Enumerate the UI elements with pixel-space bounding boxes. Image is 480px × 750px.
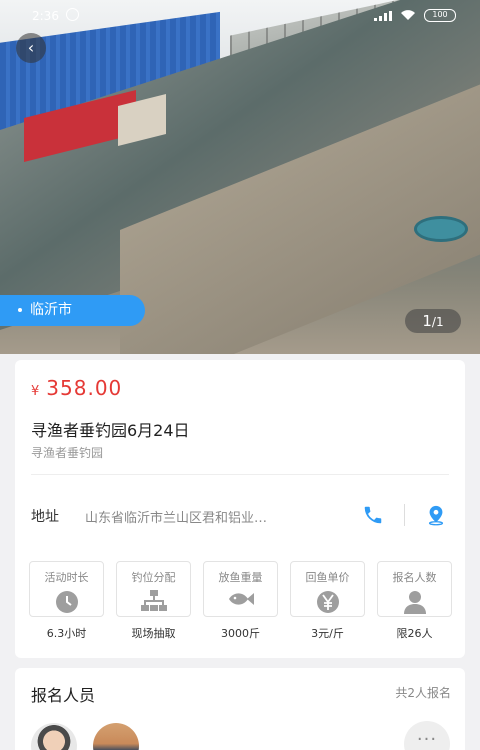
stat-value: 限26人 [396,627,433,640]
signal-icon [374,11,392,21]
stat-duration: 活动时长 6.3小时 [29,561,104,640]
stat-title: 放鱼重量 [218,571,263,584]
city-tag: 临沂市 [0,295,145,326]
status-bar: 2:36 100 [0,0,480,30]
fish-icon [228,593,254,605]
registrants-count: 共2人报名 [395,686,451,700]
photo-bucket [414,216,468,242]
registrants-card: 报名人员 共2人报名 ··· [15,668,465,750]
more-registrants-button[interactable]: ··· [404,721,450,750]
person-icon [403,591,426,614]
event-detail-card: ¥358.00 寻渔者垂钓园6月24日 寻渔者垂钓园 地址 山东省临沂市兰山区君… [15,360,465,658]
stat-title: 回鱼单价 [305,571,350,584]
stat-title: 活动时长 [44,571,89,584]
stat-buyback-price: 回鱼单价 3元/斤 [290,561,365,640]
phone-icon[interactable] [362,504,384,526]
stat-title: 钓位分配 [131,571,176,584]
stat-value: 3000斤 [221,627,260,640]
chevron-left-icon: ‹ [27,38,35,57]
hierarchy-icon [140,590,167,611]
price-value: 358.00 [46,376,123,400]
yen-icon [316,591,339,613]
wifi-icon [401,10,415,20]
pager-total: /1 [431,315,444,329]
currency-symbol: ¥ [31,384,41,399]
stat-value: 3元/斤 [311,627,344,640]
stat-participants: 报名人数 限26人 [377,561,452,640]
address-label: 地址 [31,509,59,525]
photo-pager: 1/1 [405,309,461,333]
pager-current: 1 [422,312,432,330]
bullet-icon [18,308,22,312]
clock-icon [55,591,78,613]
back-button[interactable]: ‹ [16,33,46,63]
location-pin-icon[interactable] [425,504,447,526]
address-value[interactable]: 山东省临沂市兰山区君和铝业… [85,507,335,526]
stat-title: 报名人数 [392,571,437,584]
avatar[interactable] [31,723,77,750]
separator [404,504,405,526]
event-stats: 活动时长 6.3小时 钓位分配 现场抽取 放鱼重量 3000斤 回鱼单价 3元/… [29,561,453,640]
status-time: 2:36 [32,9,59,23]
stat-seat-allocation: 钓位分配 现场抽取 [116,561,191,640]
battery-icon: 100 [424,9,456,22]
city-label: 临沂市 [30,302,72,318]
alarm-icon [66,8,79,21]
venue-name: 寻渔者垂钓园 [31,446,104,460]
price: ¥358.00 [31,376,122,400]
stat-fish-weight: 放鱼重量 3000斤 [203,561,278,640]
avatar[interactable] [93,723,139,750]
divider [31,474,449,475]
registrants-title: 报名人员 [31,686,96,705]
event-title: 寻渔者垂钓园6月24日 [31,421,190,440]
stat-value: 现场抽取 [131,627,176,640]
stat-value: 6.3小时 [46,627,87,640]
